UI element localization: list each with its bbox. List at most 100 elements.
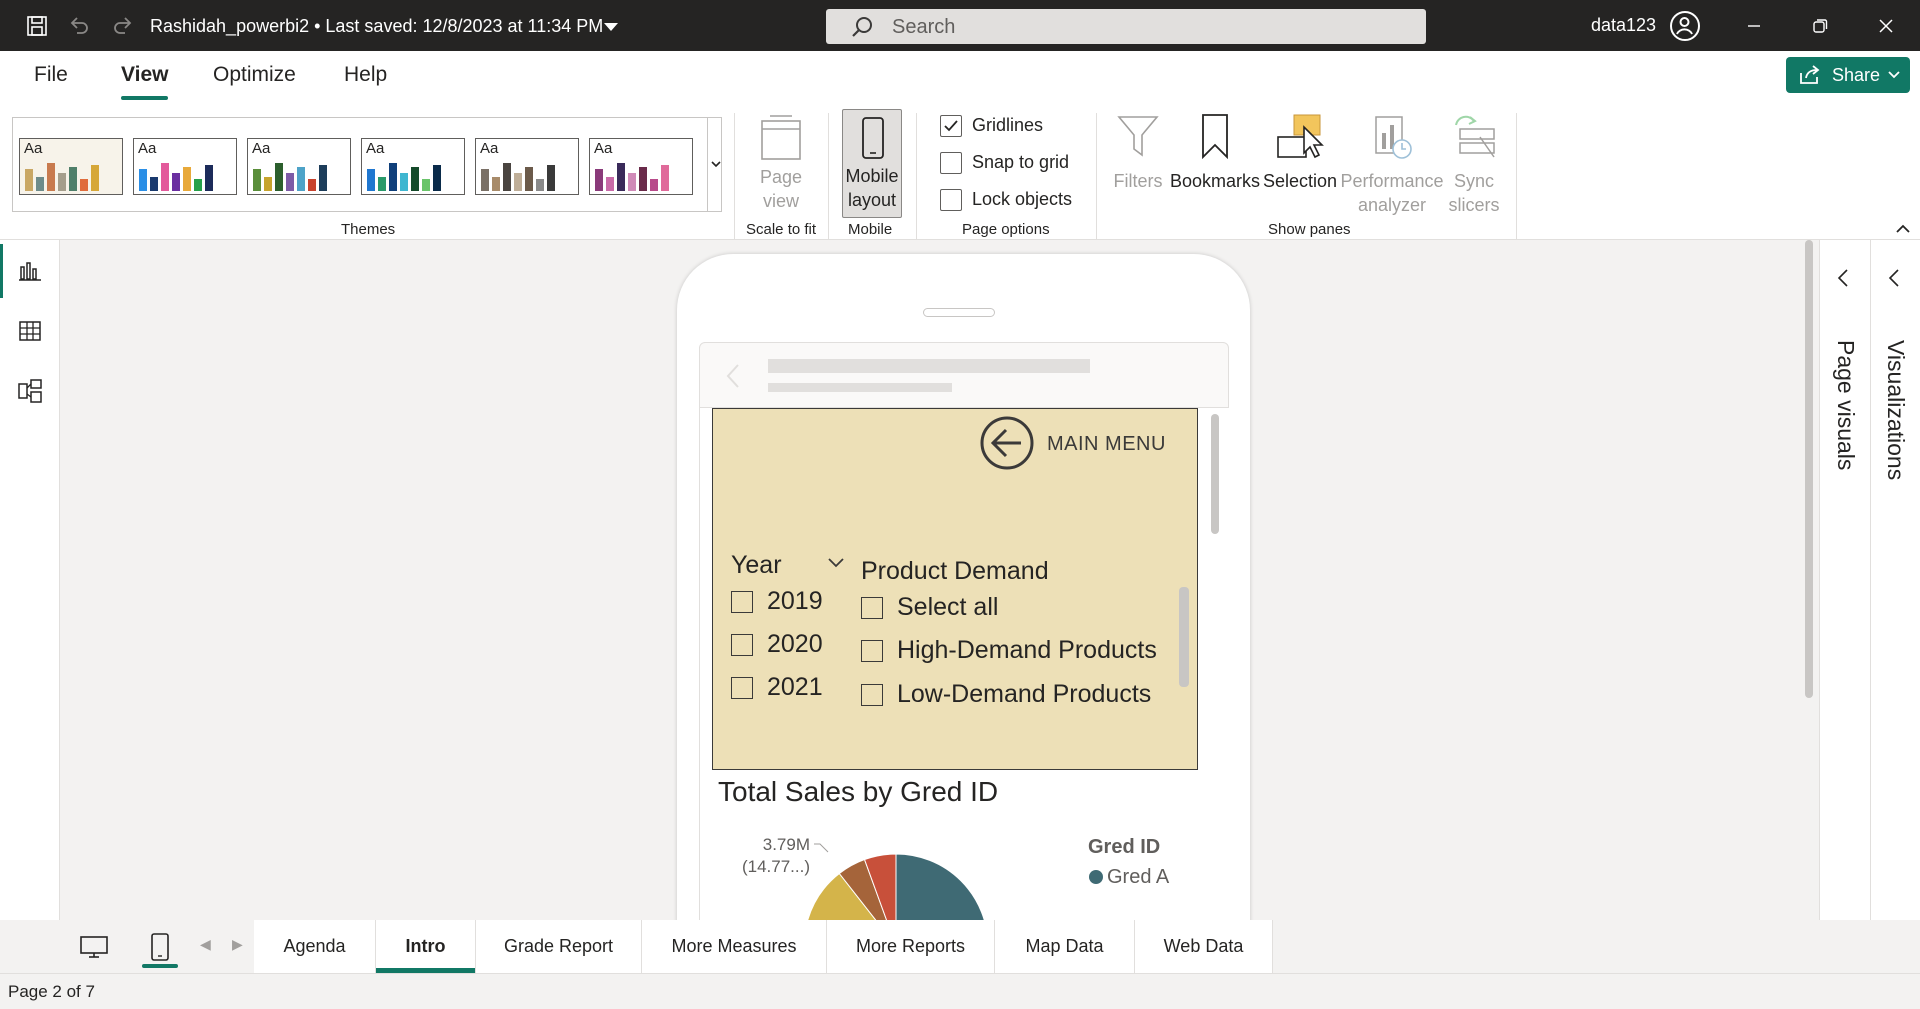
theme-gallery-expand[interactable] <box>707 118 723 211</box>
theme-swatch[interactable]: Aa <box>19 138 123 195</box>
tab-grade-report[interactable]: Grade Report <box>476 920 642 973</box>
tab-map-data[interactable]: Map Data <box>995 920 1135 973</box>
tab-web-data[interactable]: Web Data <box>1135 920 1273 973</box>
phone-icon <box>151 932 169 961</box>
data-label-leader <box>814 843 829 853</box>
mobile-app-header <box>699 342 1229 408</box>
report-view-button[interactable] <box>0 244 60 298</box>
theme-color-bar <box>481 169 489 191</box>
selection-button[interactable]: Selection <box>1262 109 1338 217</box>
menu-help[interactable]: Help <box>344 63 387 87</box>
share-button[interactable]: Share <box>1786 57 1910 93</box>
chart-title: Total Sales by Gred ID <box>718 776 999 807</box>
save-icon[interactable] <box>24 13 50 39</box>
tab-intro[interactable]: Intro <box>376 920 476 973</box>
desktop-icon <box>80 935 108 958</box>
theme-color-bar <box>536 179 544 191</box>
checkmark-icon <box>944 120 958 132</box>
legend-item[interactable]: Gred A <box>1089 866 1169 889</box>
close-icon[interactable] <box>1868 12 1904 40</box>
restore-icon[interactable] <box>1802 12 1838 40</box>
active-view-indicator <box>142 964 178 968</box>
collapse-ribbon-button[interactable] <box>1896 221 1910 239</box>
pie-slice[interactable] <box>895 853 988 920</box>
ribbon: Aa Aa Aa Aa Aa Aa Themes Page view Scale… <box>0 103 1920 240</box>
tab-more-measures[interactable]: More Measures <box>642 920 827 973</box>
theme-color-bar <box>422 179 430 191</box>
back-arrow-icon <box>980 416 1034 470</box>
theme-swatch[interactable]: Aa <box>589 138 693 195</box>
title-bar: Rashidah_powerbi2 • Last saved: 12/8/202… <box>0 0 1920 51</box>
slicer-panel[interactable]: MAIN MENU Year 2019 2020 2021 Product De… <box>712 408 1198 770</box>
theme-color-bar <box>650 179 658 191</box>
filters-button[interactable]: Filters <box>1110 109 1166 217</box>
search-input[interactable]: Search <box>826 9 1426 44</box>
search-icon <box>850 16 874 43</box>
theme-swatch[interactable]: Aa <box>361 138 465 195</box>
model-view-button[interactable] <box>0 364 60 418</box>
page-view-label: Page view <box>759 167 803 211</box>
theme-color-bar <box>367 169 375 191</box>
theme-color-bar <box>275 163 283 191</box>
chevron-left-icon[interactable] <box>1888 268 1900 288</box>
account-icon[interactable] <box>1670 11 1700 41</box>
status-bar: Page 2 of 7 <box>0 973 1920 1009</box>
main-menu-button[interactable]: MAIN MENU <box>979 415 1165 471</box>
menu-optimize[interactable]: Optimize <box>213 63 296 87</box>
menu-view[interactable]: View <box>121 63 168 87</box>
theme-color-bar <box>150 177 158 191</box>
phone-speaker <box>923 308 995 317</box>
theme-color-bar <box>628 173 636 191</box>
document-title[interactable]: Rashidah_powerbi2 • Last saved: 12/8/202… <box>150 16 603 37</box>
theme-color-bar <box>25 169 33 191</box>
user-name: data123 <box>1591 15 1657 35</box>
theme-color-bar <box>91 165 99 191</box>
table-view-button[interactable] <box>0 304 60 358</box>
next-page-icon[interactable]: ▶ <box>232 936 243 953</box>
filter-icon <box>1117 116 1159 157</box>
minimize-icon[interactable] <box>1736 12 1772 40</box>
chevron-up-icon <box>1896 224 1910 233</box>
ribbon-divider <box>1516 113 1517 239</box>
share-label: Share <box>1832 65 1881 85</box>
theme-swatch[interactable]: Aa <box>133 138 237 195</box>
theme-swatch[interactable]: Aa <box>475 138 579 195</box>
model-icon <box>18 379 42 403</box>
mobile-scrollbar[interactable] <box>1211 414 1219 534</box>
year-slicer-title: Year <box>731 551 782 579</box>
group-label-themes: Themes <box>341 221 396 238</box>
phone-icon <box>862 117 884 159</box>
tab-more-reports[interactable]: More Reports <box>827 920 995 973</box>
sync-slicers-button[interactable]: Sync slicers <box>1446 109 1502 217</box>
menu-file[interactable]: File <box>34 63 68 87</box>
chevron-down-icon[interactable] <box>604 23 618 31</box>
page-visuals-pane[interactable]: Page visuals <box>1832 340 1859 470</box>
legend-title: Gred ID <box>1088 836 1161 858</box>
desktop-view-button[interactable] <box>72 920 116 973</box>
chevron-left-icon[interactable] <box>1837 268 1849 288</box>
visualizations-pane[interactable]: Visualizations <box>1882 340 1909 480</box>
theme-color-bar <box>400 173 408 191</box>
page-view-icon <box>761 115 801 160</box>
left-nav <box>0 240 60 920</box>
page-view-button[interactable]: Page view <box>748 109 814 217</box>
performance-analyzer-button[interactable]: Performance analyzer <box>1340 109 1444 217</box>
theme-swatch[interactable]: Aa <box>247 138 351 195</box>
theme-color-bar <box>139 169 147 191</box>
undo-icon[interactable] <box>66 13 92 39</box>
canvas-scrollbar-thumb[interactable] <box>1805 240 1813 698</box>
chevron-down-icon[interactable] <box>827 557 845 569</box>
bookmarks-button[interactable]: Bookmarks <box>1170 109 1260 217</box>
redo-icon[interactable] <box>110 13 136 39</box>
mobile-layout-button[interactable]: Mobile layout <box>842 109 902 218</box>
ribbon-divider <box>734 113 735 239</box>
previous-page-icon[interactable]: ◀ <box>200 936 211 953</box>
tab-agenda[interactable]: Agenda <box>254 920 376 973</box>
slicer-scrollbar[interactable] <box>1179 587 1189 687</box>
legend-marker <box>1089 870 1103 884</box>
theme-color-bar <box>547 165 555 191</box>
ribbon-divider <box>828 113 829 239</box>
theme-color-bar <box>433 165 441 191</box>
theme-color-bar <box>389 163 397 191</box>
theme-color-bar <box>319 165 327 191</box>
